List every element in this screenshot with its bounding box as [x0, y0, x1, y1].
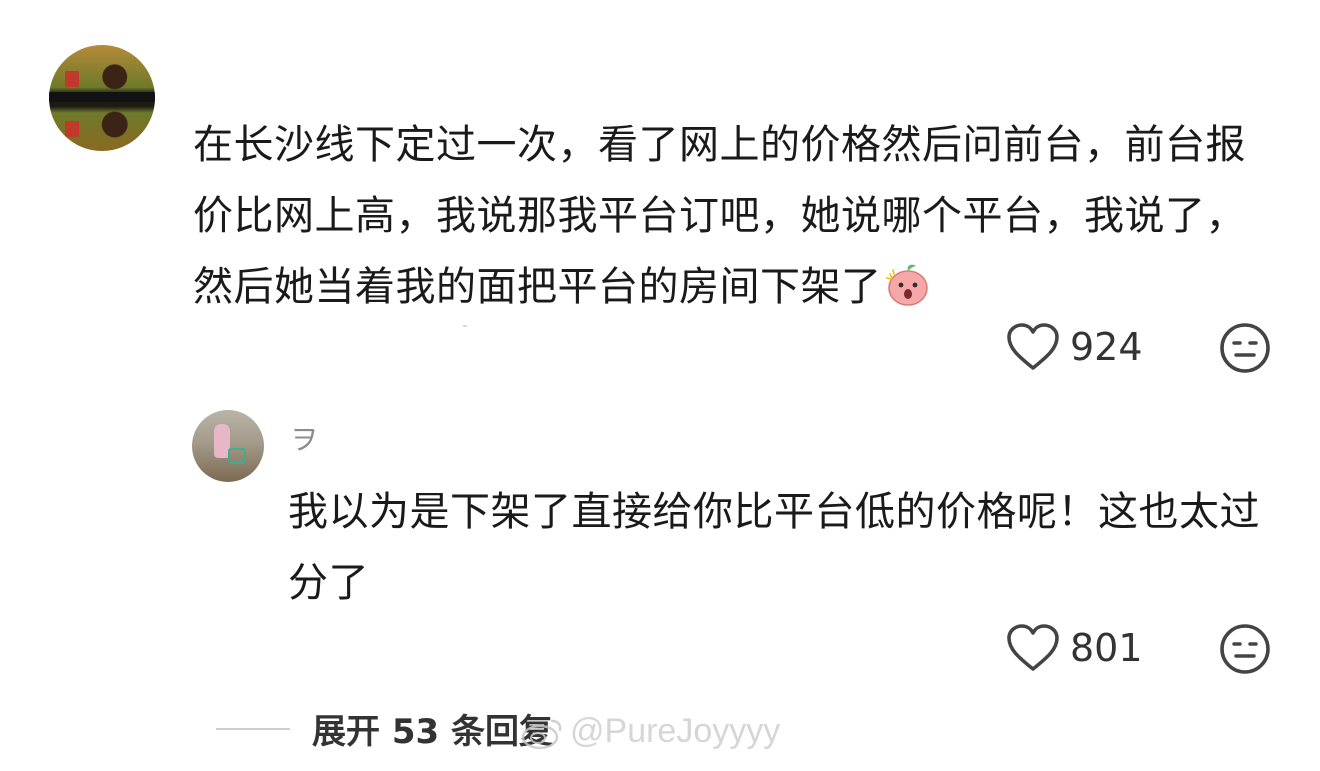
watermark-text: @PureJoyyyy	[570, 712, 781, 750]
meh-face-icon[interactable]	[1219, 322, 1271, 374]
avatar-bike	[228, 448, 246, 464]
reply-like-count: 801	[1070, 626, 1143, 670]
like-count: 924	[1070, 325, 1143, 369]
weibo-logo-icon	[521, 719, 562, 749]
reply-username[interactable]: ヲ	[290, 418, 318, 458]
comment-text: 在长沙线下定过一次，看了网上的价格然后问前台，前台报价比网上高，我说那我平台订吧…	[193, 122, 1246, 310]
commenter-avatar[interactable]	[49, 45, 155, 151]
avatar-censor-bar	[49, 92, 155, 102]
reply-like-button[interactable]: 801	[1006, 623, 1143, 673]
heart-outline-icon	[1007, 624, 1059, 671]
heart-outline-icon	[1007, 323, 1059, 370]
like-button[interactable]: 924	[1006, 322, 1143, 372]
divider-dot	[463, 325, 467, 327]
comment-body: 在长沙线下定过一次，看了网上的价格然后问前台，前台报价比网上高，我说那我平台订吧…	[193, 110, 1253, 323]
shocked-peach-emoji-icon	[885, 264, 928, 306]
watermark: @PureJoyyyy	[520, 712, 780, 751]
reply-text: 我以为是下架了直接给你比平台低的价格呢！这也太过分了	[288, 489, 1260, 606]
expand-replies-button[interactable]: 展开 53 条回复	[216, 704, 553, 753]
expand-divider-line	[216, 727, 290, 730]
replier-avatar[interactable]	[192, 410, 264, 482]
avatar-detail	[65, 121, 79, 137]
avatar-detail	[65, 71, 79, 87]
meh-face-icon[interactable]	[1219, 623, 1271, 675]
expand-replies-label: 展开 53 条回复	[312, 712, 553, 752]
